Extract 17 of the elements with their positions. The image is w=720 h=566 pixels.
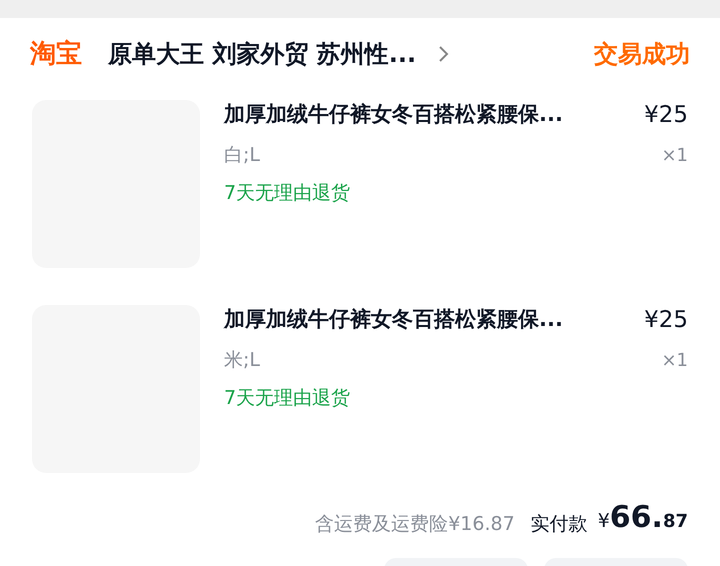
shop-name[interactable]: 原单大王 刘家外贸 苏州性... — [108, 36, 416, 72]
paid-amount: ¥66.87 — [598, 499, 688, 537]
brand-logo: 淘宝 — [30, 38, 82, 70]
shipping-fee: 含运费及运费险¥16.87 — [315, 512, 515, 536]
product-price: ¥25 — [644, 100, 688, 130]
product-title[interactable]: 加厚加绒牛仔裤女冬百搭松紧腰保... — [224, 99, 563, 131]
product-variant: 白;L — [224, 142, 260, 168]
product-price: ¥25 — [644, 306, 688, 335]
chevron-right-icon[interactable] — [438, 45, 450, 63]
return-policy-tag: 7天无理由退货 — [224, 178, 350, 208]
paid-label: 实付款 — [530, 512, 588, 536]
product-variant: 米;L — [224, 348, 260, 373]
product-title[interactable]: 加厚加绒牛仔裤女冬百搭松紧腰保... — [224, 304, 563, 336]
product-quantity: ×1 — [661, 144, 688, 168]
return-policy-tag: 7天无理由退货 — [224, 384, 350, 412]
product-quantity: ×1 — [661, 348, 688, 372]
order-status: 交易成功 — [594, 39, 690, 70]
